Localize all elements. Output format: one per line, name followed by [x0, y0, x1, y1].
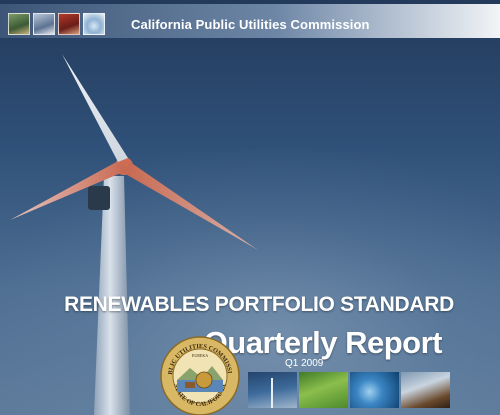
agency-title: California Public Utilities Commission: [131, 17, 370, 32]
header-banner: California Public Utilities Commission: [0, 4, 500, 38]
grass-photo: [299, 372, 348, 408]
state-seal-logo: PUBLIC UTILITIES COMMISSION STATE OF CAL…: [160, 336, 240, 415]
report-headline: RENEWABLES PORTFOLIO STANDARD: [64, 293, 454, 316]
seal-motto: EUREKA: [192, 353, 208, 358]
photo-strip: [248, 372, 450, 408]
water-drop-photo: [83, 13, 105, 35]
turbine-blade-up: [62, 54, 128, 162]
report-period: Q1 2009: [285, 358, 324, 369]
geothermal-photo: [401, 372, 450, 408]
wind-turbine-photo: [248, 372, 297, 408]
water-photo: [350, 372, 399, 408]
turbine-nacelle: [88, 186, 110, 210]
report-cover: California Public Utilities Commission R…: [0, 0, 500, 415]
house-photo: [8, 13, 30, 35]
power-plant-photo: [58, 13, 80, 35]
solar-panel-photo: [33, 13, 55, 35]
header-thumbnails: [8, 13, 105, 35]
turbine-blade-right: [122, 162, 258, 250]
